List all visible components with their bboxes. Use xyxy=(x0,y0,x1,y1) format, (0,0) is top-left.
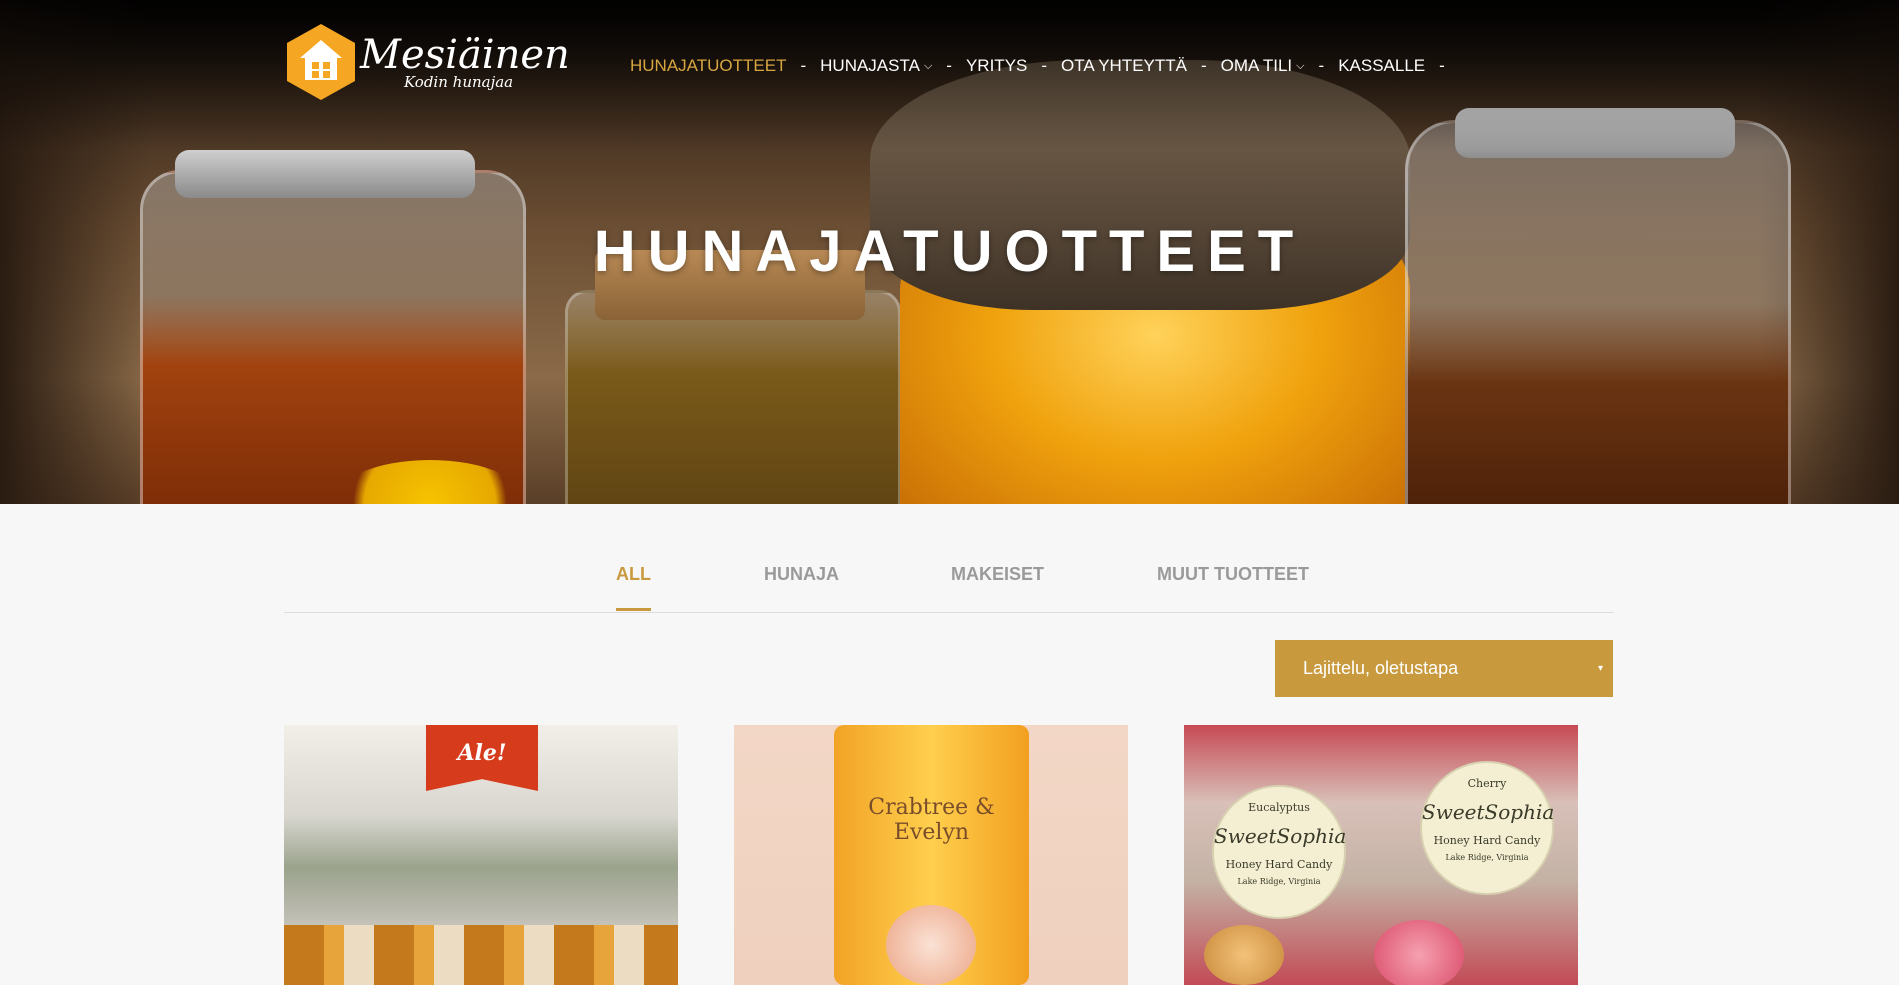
logo-text: Mesiäinen Kodin hunajaa xyxy=(360,35,570,90)
nav-separator: - xyxy=(1041,56,1048,75)
nav-item-kassalle[interactable]: KASSALLE xyxy=(1338,56,1425,76)
tab-hunaja[interactable]: HUNAJA xyxy=(764,564,839,585)
product-card[interactable]: Crabtree & Evelyn xyxy=(734,725,1128,985)
nav-label: HUNAJASTA xyxy=(820,56,920,75)
jar-lid xyxy=(175,150,475,198)
nav-separator: - xyxy=(800,56,807,75)
product-card[interactable]: Eucalyptus SweetSophia Honey Hard Candy … xyxy=(1184,725,1578,985)
sticker-location: Lake Ridge, Virginia xyxy=(1237,877,1321,886)
nav-separator: - xyxy=(1201,56,1207,75)
page-title: HUNAJATUOTTEET xyxy=(593,219,1306,284)
nav-label: HUNAJATUOTTEET xyxy=(630,56,787,75)
sticker-brand: SweetSophia xyxy=(1422,800,1555,824)
nav-item-yritys[interactable]: YRITYS xyxy=(966,56,1027,76)
nav-label: OMA TILI xyxy=(1220,56,1293,75)
nav-label: OTA YHTEYTTÄ xyxy=(1061,56,1187,75)
product-image-honey-jars xyxy=(284,925,678,985)
sticker-location: Lake Ridge, Virginia xyxy=(1445,853,1529,862)
nav-separator: - xyxy=(1318,56,1325,75)
candy-image xyxy=(1374,920,1464,985)
sort-label: Lajittelu, oletustapa xyxy=(1303,658,1459,678)
pollen-jar-image xyxy=(565,290,901,504)
dropdown-arrow-icon: ▾ xyxy=(1597,663,1603,674)
house-logo-icon xyxy=(284,22,358,102)
tab-muut-tuotteet[interactable]: MUUT TUOTTEET xyxy=(1157,564,1309,585)
flower-decoration xyxy=(886,905,976,985)
sort-select[interactable]: Lajittelu, oletustapa ▾ xyxy=(1275,640,1613,697)
sticker-product: Honey Hard Candy xyxy=(1225,858,1333,871)
nav-item-ota-yhteytta[interactable]: OTA YHTEYTTÄ xyxy=(1061,56,1187,76)
chevron-down-icon: ⌵ xyxy=(1296,59,1305,72)
candy-image xyxy=(1204,925,1284,985)
tab-all[interactable]: ALL xyxy=(616,564,651,611)
logo-name: Mesiäinen xyxy=(360,31,570,78)
tab-makeiset[interactable]: MAKEISET xyxy=(951,564,1044,585)
product-image-bottle: Crabtree & Evelyn xyxy=(834,725,1029,985)
main-nav: HUNAJATUOTTEET - HUNAJASTA ⌵ - YRITYS - O… xyxy=(630,56,1459,76)
chevron-down-icon: ⌵ xyxy=(923,59,933,72)
nav-item-hunajatuotteet[interactable]: HUNAJATUOTTEET xyxy=(630,56,786,76)
product-sticker: Eucalyptus SweetSophia Honey Hard Candy … xyxy=(1212,785,1346,919)
sticker-flavor: Eucalyptus xyxy=(1248,801,1310,814)
nav-separator: - xyxy=(946,56,952,75)
propolis-jar-image xyxy=(1405,120,1791,504)
nav-item-hunajasta[interactable]: HUNAJASTA ⌵ xyxy=(820,56,932,76)
category-tabs: ALL HUNAJA MAKEISET MUUT TUOTTEET xyxy=(284,548,1614,613)
site-logo[interactable]: Mesiäinen Kodin hunajaa xyxy=(284,22,570,102)
hero-banner: Mesiäinen Kodin hunajaa HUNAJATUOTTEET -… xyxy=(0,0,1899,504)
sticker-brand: SweetSophia xyxy=(1214,824,1347,848)
nav-separator: - xyxy=(1439,56,1445,75)
nav-label: KASSALLE xyxy=(1338,56,1426,75)
product-brand-label: Crabtree & Evelyn xyxy=(868,795,995,845)
nav-label: YRITYS xyxy=(965,56,1028,75)
product-sticker: Cherry SweetSophia Honey Hard Candy Lake… xyxy=(1420,761,1554,895)
nav-item-oma-tili[interactable]: OMA TILI ⌵ xyxy=(1221,56,1305,76)
sticker-flavor: Cherry xyxy=(1467,777,1507,790)
sticker-product: Honey Hard Candy xyxy=(1433,834,1541,847)
